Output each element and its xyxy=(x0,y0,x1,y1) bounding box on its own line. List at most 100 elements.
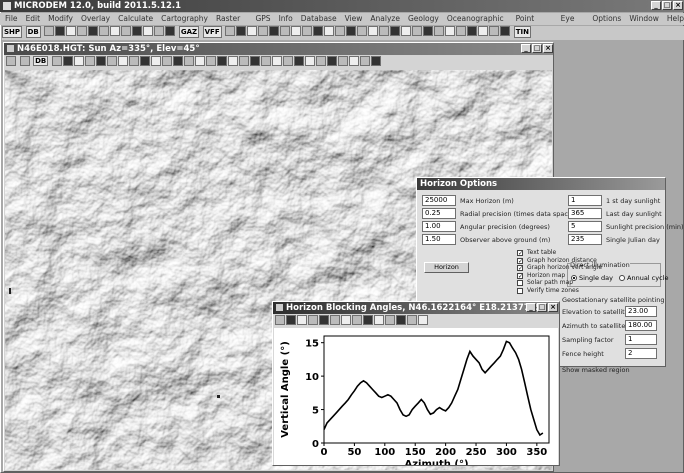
main-tool-icon[interactable] xyxy=(456,26,467,36)
chart-close-icon[interactable]: × xyxy=(548,303,558,312)
horizon-button[interactable]: Horizon xyxy=(424,262,469,273)
main-tool-icon[interactable] xyxy=(55,26,66,36)
menu-edit[interactable]: Edit xyxy=(26,13,41,25)
satellite-field[interactable]: 180.00 xyxy=(625,320,657,331)
chart-tool-icon[interactable] xyxy=(363,315,373,325)
illumination-option[interactable]: Annual cycle xyxy=(619,274,668,282)
map-tool-icon[interactable] xyxy=(172,56,183,66)
main-tool-icon[interactable] xyxy=(368,26,379,36)
minimize-icon[interactable]: _ xyxy=(651,1,661,10)
horizon-right-field[interactable]: 365 xyxy=(568,208,602,219)
map-tool-icon[interactable] xyxy=(73,56,84,66)
map-tool-icon[interactable] xyxy=(183,56,194,66)
menu-geology[interactable]: Geology xyxy=(408,13,439,25)
map-tool-icon[interactable] xyxy=(62,56,73,66)
main-tool-icon[interactable] xyxy=(302,26,313,36)
map-tool-icon[interactable] xyxy=(205,56,216,66)
maximize-icon[interactable]: □ xyxy=(662,1,672,10)
menu-oceanographic-data[interactable]: Oceanographic data xyxy=(447,13,508,35)
chart-minimize-icon[interactable]: _ xyxy=(526,303,536,312)
map-minimize-icon[interactable]: _ xyxy=(521,44,531,53)
main-tool-icon[interactable] xyxy=(445,26,456,36)
chart-tool-icon[interactable] xyxy=(319,315,329,325)
chart-tool-icon[interactable] xyxy=(297,315,307,325)
main-tool-icon[interactable] xyxy=(390,26,401,36)
main-tool-icon[interactable] xyxy=(412,26,423,36)
main-tool-icon[interactable] xyxy=(44,26,55,36)
menu-window[interactable]: Window xyxy=(629,13,659,25)
option-checkbox[interactable]: ✓ xyxy=(517,257,523,264)
option-checkbox[interactable]: ✓ xyxy=(517,250,523,257)
main-tool-icon[interactable] xyxy=(225,26,236,36)
horizon-left-field[interactable]: 25000 xyxy=(422,195,456,206)
main-tool-icon[interactable] xyxy=(132,26,143,36)
main-tool-icon[interactable] xyxy=(313,26,324,36)
map-tool-icon[interactable] xyxy=(282,56,293,66)
map-tool-icon[interactable] xyxy=(161,56,172,66)
option-checkbox[interactable]: ✓ xyxy=(517,272,523,279)
main-titlebar[interactable]: MICRODEM 12.0, build 2011.5.12.1 _ □ × xyxy=(0,0,684,12)
map-tool-icon[interactable] xyxy=(216,56,227,66)
chart-tool-icon[interactable] xyxy=(407,315,417,325)
menu-info[interactable]: Info xyxy=(279,13,293,25)
map-tool-icon[interactable] xyxy=(326,56,337,66)
chart-tool-icon[interactable] xyxy=(396,315,406,325)
main-tool-icon[interactable] xyxy=(121,26,132,36)
map-tool-icon[interactable] xyxy=(139,56,150,66)
map-tool-icon[interactable] xyxy=(271,56,282,66)
horizon-left-field[interactable]: 1.00 xyxy=(422,221,456,232)
print-icon[interactable] xyxy=(6,56,16,66)
main-tool-icon[interactable] xyxy=(335,26,346,36)
gazetteer-button[interactable]: GAZ xyxy=(178,26,200,38)
map-tool-icon[interactable] xyxy=(51,56,62,66)
map-tool-icon[interactable] xyxy=(84,56,95,66)
option-checkbox[interactable] xyxy=(517,287,523,294)
menu-file[interactable]: File xyxy=(5,13,18,25)
horizon-options-titlebar[interactable]: Horizon Options xyxy=(417,178,665,190)
map-tool-icon[interactable] xyxy=(194,56,205,66)
map-tool-icon[interactable] xyxy=(238,56,249,66)
menu-help[interactable]: Help xyxy=(667,13,684,25)
main-tool-icon[interactable] xyxy=(324,26,335,36)
map-tool-icon[interactable] xyxy=(249,56,260,66)
menu-gps[interactable]: GPS xyxy=(255,13,270,25)
main-tool-icon[interactable] xyxy=(165,26,176,36)
menu-cartography[interactable]: Cartography xyxy=(161,13,208,25)
chart-tool-icon[interactable] xyxy=(330,315,340,325)
menu-view[interactable]: View xyxy=(345,13,363,25)
main-tool-icon[interactable] xyxy=(401,26,412,36)
main-tool-icon[interactable] xyxy=(346,26,357,36)
main-tool-icon[interactable] xyxy=(258,26,269,36)
menu-overlay[interactable]: Overlay xyxy=(81,13,110,25)
menu-database[interactable]: Database xyxy=(301,13,337,25)
chart-tool-icon[interactable] xyxy=(286,315,296,325)
satellite-field[interactable]: 23.00 xyxy=(625,306,657,317)
horizon-right-field[interactable]: 1 xyxy=(568,195,602,206)
map-tool-icon[interactable] xyxy=(227,56,238,66)
main-tool-icon[interactable] xyxy=(77,26,88,36)
map-tool-icon[interactable] xyxy=(315,56,326,66)
menu-point-clouds[interactable]: Point Clouds xyxy=(516,13,553,35)
settings-icon[interactable] xyxy=(19,56,30,66)
chart-tool-icon[interactable] xyxy=(341,315,351,325)
chart-tool-icon[interactable] xyxy=(352,315,362,325)
main-tool-icon[interactable] xyxy=(478,26,489,36)
illumination-option[interactable]: Single day xyxy=(571,274,613,282)
horizon-right-field[interactable]: 5 xyxy=(568,221,602,232)
horizon-left-field[interactable]: 0.25 xyxy=(422,208,456,219)
satellite-field[interactable]: 2 xyxy=(625,348,657,359)
main-tool-icon[interactable] xyxy=(291,26,302,36)
map-tool-icon[interactable] xyxy=(370,56,381,66)
main-tool-icon[interactable] xyxy=(269,26,280,36)
satellite-field[interactable]: 1 xyxy=(625,334,657,345)
tin-button[interactable]: TIN xyxy=(513,26,531,38)
chart-tool-icon[interactable] xyxy=(374,315,384,325)
main-tool-icon[interactable] xyxy=(143,26,154,36)
main-tool-icon[interactable] xyxy=(467,26,478,36)
menu-analyze[interactable]: Analyze xyxy=(370,13,400,25)
main-tool-icon[interactable] xyxy=(489,26,500,36)
option-checkbox[interactable]: ✓ xyxy=(517,265,523,272)
chart-tool-icon[interactable] xyxy=(275,315,285,325)
horizon-right-field[interactable]: 235 xyxy=(568,234,602,245)
chart-maximize-icon[interactable]: □ xyxy=(537,303,547,312)
